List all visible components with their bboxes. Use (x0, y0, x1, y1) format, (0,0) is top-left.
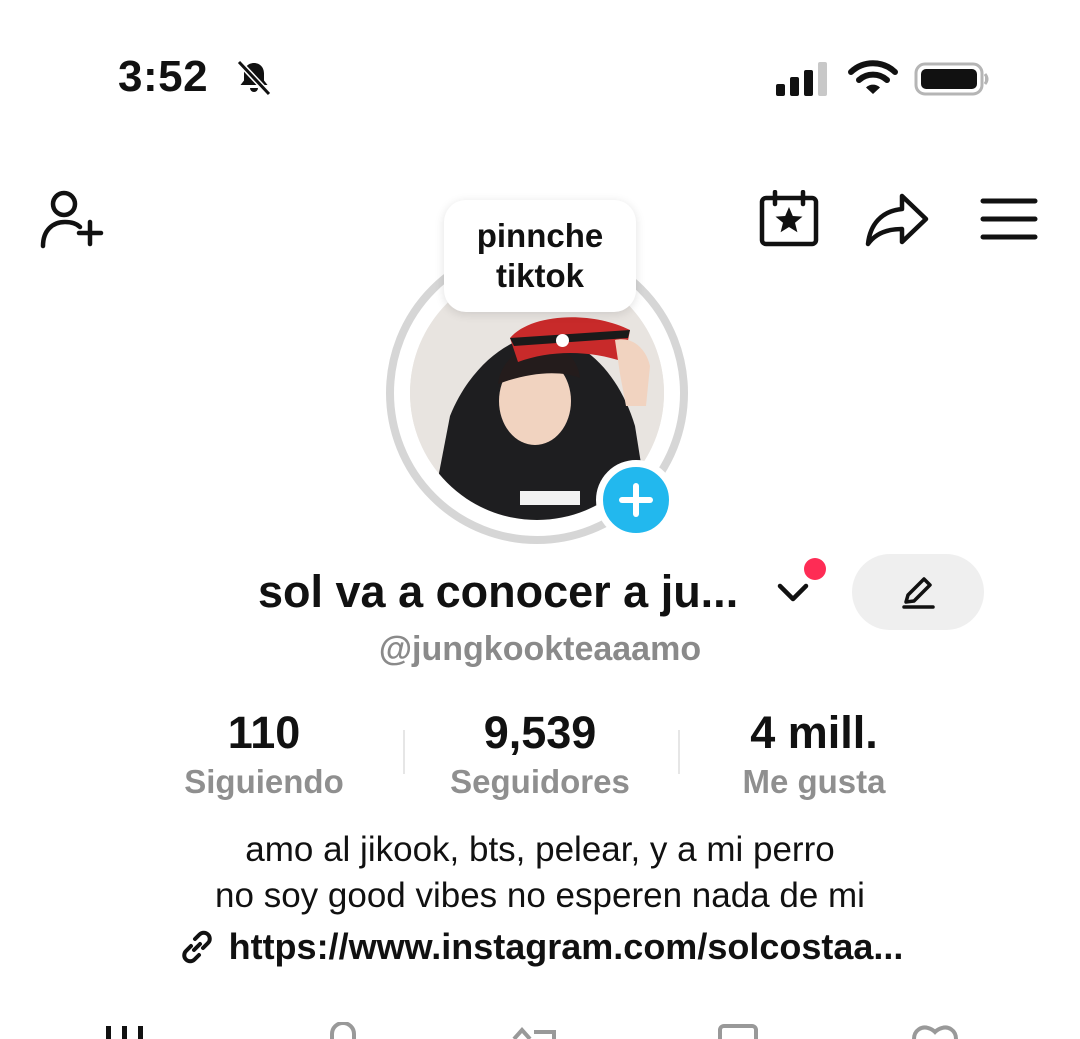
battery-icon (914, 62, 989, 96)
profile-note-bubble[interactable]: pinnche tiktok (444, 200, 636, 312)
bio-line-2: no soy good vibes no esperen nada de mi (215, 876, 865, 915)
calendar-star-icon[interactable] (758, 190, 820, 248)
stat-likes-label: Me gusta (742, 763, 886, 800)
grid-tab-icon[interactable] (100, 1022, 150, 1039)
chevron-down-icon[interactable] (776, 580, 810, 606)
stat-following-value: 110 (227, 707, 301, 758)
stat-divider (403, 730, 405, 774)
plus-icon (619, 483, 653, 517)
add-story-button[interactable] (596, 460, 676, 540)
stat-likes-value: 4 mill. (750, 707, 878, 758)
pencil-icon (902, 577, 935, 609)
bookmark-tab-icon[interactable] (714, 1022, 764, 1039)
signal-icon (776, 62, 827, 96)
edit-profile-button[interactable] (852, 554, 984, 630)
bio-line-1: amo al jikook, bts, pelear, y a mi perro (245, 830, 835, 869)
note-line-2: tiktok (495, 257, 584, 294)
bio-link-text: https://www.instagram.com/solcostaa... (228, 926, 904, 967)
username: @jungkookteaaamo (378, 630, 702, 668)
stat-divider (678, 730, 680, 774)
bio-link[interactable]: https://www.instagram.com/solcostaa... (0, 926, 1080, 968)
menu-icon[interactable] (980, 196, 1038, 242)
stat-likes[interactable]: 4 mill. Me gusta (684, 708, 944, 804)
repost-tab-icon[interactable] (510, 1022, 560, 1039)
add-user-icon[interactable] (38, 188, 104, 250)
stat-following-label: Siguiendo (184, 763, 344, 800)
heart-tab-icon[interactable] (910, 1022, 960, 1039)
stat-following[interactable]: 110 Siguiendo (134, 708, 394, 804)
notification-dot (804, 558, 826, 580)
bell-slash-icon (236, 59, 272, 97)
wifi-icon (848, 60, 898, 94)
note-pointer-dot (556, 334, 569, 347)
lock-tab-icon[interactable] (318, 1022, 368, 1039)
stat-followers-label: Seguidores (450, 763, 630, 800)
note-line-1: pinnche (476, 217, 604, 254)
display-name[interactable]: sol va a conocer a ju... (258, 566, 738, 618)
share-icon[interactable] (864, 192, 930, 248)
status-time: 3:52 (118, 52, 209, 101)
stat-followers-value: 9,539 (483, 707, 597, 758)
link-icon (181, 930, 212, 964)
stat-followers[interactable]: 9,539 Seguidores (410, 708, 670, 804)
